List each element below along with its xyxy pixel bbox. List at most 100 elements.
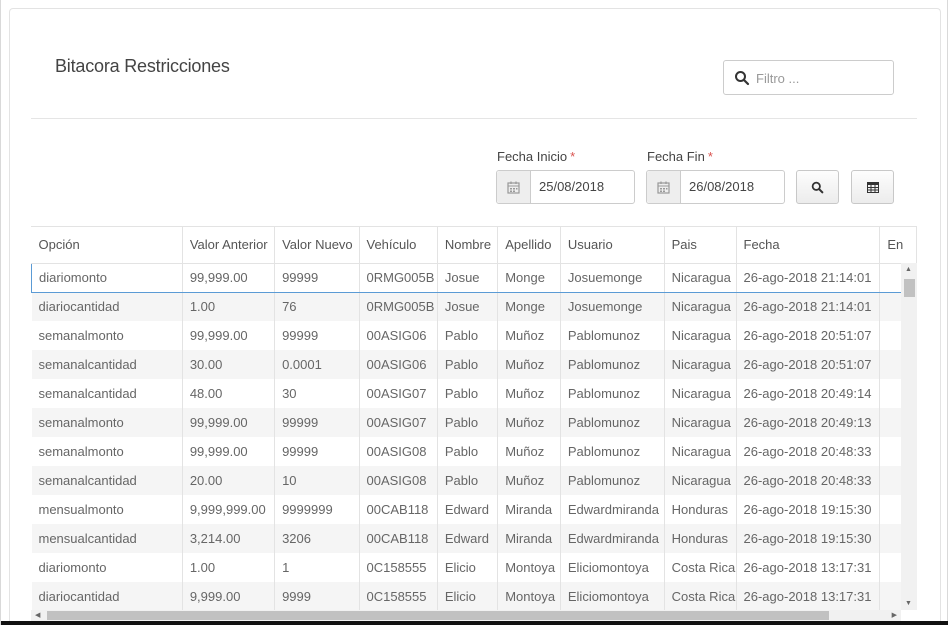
date-cell: 26-ago-2018 20:51:07 xyxy=(736,350,881,379)
scroll-right-icon[interactable]: ▶ xyxy=(892,611,897,619)
option-cell: mensualmonto xyxy=(31,495,183,524)
new-value-cell: 99999 xyxy=(274,321,360,350)
user-cell: Pablomunoz xyxy=(560,379,665,408)
column-header-user-header[interactable]: Usuario xyxy=(560,227,665,264)
previous-value-cell: 30.00 xyxy=(182,350,276,379)
vertical-scrollbar[interactable]: ▲ ▼ xyxy=(901,263,917,610)
table-row[interactable]: mensualcantidad 3,214.00 3206 00CAB118 Edwar… xyxy=(31,524,917,553)
filter-box[interactable] xyxy=(723,60,894,95)
column-header-extra-header[interactable]: En xyxy=(879,227,917,264)
date-cell: 26-ago-2018 13:17:31 xyxy=(736,582,881,610)
country-cell: Nicaragua xyxy=(664,437,737,466)
option-cell: diariomonto xyxy=(31,262,183,293)
table-row[interactable]: semanalcantidad 20.00 10 00ASIG08 Pablo Muñoz… xyxy=(31,466,917,495)
date-cell: 26-ago-2018 13:17:31 xyxy=(736,553,881,582)
scroll-left-icon[interactable]: ◀ xyxy=(35,611,40,619)
option-cell: diariocantidad xyxy=(31,582,183,610)
date-cell: 26-ago-2018 21:14:01 xyxy=(736,262,881,293)
filter-input[interactable] xyxy=(756,67,888,89)
start-date-value[interactable]: 25/08/2018 xyxy=(531,171,604,203)
window-bottom-edge xyxy=(1,621,948,625)
calendar-icon[interactable] xyxy=(497,171,531,203)
last-name-cell: Muñoz xyxy=(497,466,561,495)
table-row[interactable]: semanalmonto 99,999.00 99999 00ASIG08 Pablo M… xyxy=(31,437,917,466)
table-row-selected[interactable]: diariomonto 99,999.00 99999 0RMG005B Josue Mo… xyxy=(31,262,917,293)
previous-value-cell: 99,999.00 xyxy=(182,321,276,350)
new-value-cell: 99999 xyxy=(274,437,360,466)
user-cell: Edwardmiranda xyxy=(560,495,665,524)
required-mark: * xyxy=(570,149,576,164)
first-name-cell: Pablo xyxy=(437,321,499,350)
data-table-container[interactable]: Opción Valor Anterior Valor Nuevo Vehículo N… xyxy=(31,226,917,610)
column-header-new-value-header[interactable]: Valor Nuevo xyxy=(274,227,360,264)
option-cell: diariocantidad xyxy=(31,292,183,321)
user-cell: Pablomunoz xyxy=(560,350,665,379)
scroll-down-icon[interactable]: ▼ xyxy=(905,600,912,607)
column-header-date-header[interactable]: Fecha xyxy=(736,227,881,264)
table-row[interactable]: mensualmonto 9,999,999.00 9999999 00CAB118 E… xyxy=(31,495,917,524)
country-cell: Nicaragua xyxy=(664,262,737,293)
last-name-cell: Montoya xyxy=(497,553,561,582)
option-cell: semanalmonto xyxy=(31,408,183,437)
vertical-scroll-thumb[interactable] xyxy=(904,279,915,297)
header-divider xyxy=(31,118,917,119)
date-cell: 26-ago-2018 20:49:13 xyxy=(736,408,881,437)
end-date-label: Fecha Fin * xyxy=(647,149,713,164)
table-row[interactable]: semanalcantidad 48.00 30 00ASIG07 Pablo Muñoz… xyxy=(31,379,917,408)
option-cell: semanalcantidad xyxy=(31,379,183,408)
option-cell: semanalmonto xyxy=(31,437,183,466)
previous-value-cell: 20.00 xyxy=(182,466,276,495)
table-row[interactable]: semanalmonto 99,999.00 99999 00ASIG06 Pablo M… xyxy=(31,321,917,350)
previous-value-cell: 9,999,999.00 xyxy=(182,495,276,524)
first-name-cell: Josue xyxy=(437,292,499,321)
horizontal-scroll-thumb[interactable] xyxy=(47,611,829,620)
new-value-cell: 9999 xyxy=(274,582,360,610)
calendar-icon[interactable] xyxy=(647,171,681,203)
first-name-cell: Pablo xyxy=(437,379,499,408)
table-row[interactable]: diariocantidad 1.00 76 0RMG005B Josue Monge Jo… xyxy=(31,292,917,321)
vehicle-cell: 00ASIG06 xyxy=(359,321,438,350)
user-cell: Pablomunoz xyxy=(560,321,665,350)
date-cell: 26-ago-2018 20:51:07 xyxy=(736,321,881,350)
search-button[interactable] xyxy=(796,170,839,204)
end-date-field[interactable]: 26/08/2018 xyxy=(646,170,785,204)
column-header-first-name-header[interactable]: Nombre xyxy=(437,227,499,264)
new-value-cell: 99999 xyxy=(274,262,360,293)
country-cell: Nicaragua xyxy=(664,321,737,350)
new-value-cell: 1 xyxy=(274,553,360,582)
previous-value-cell: 99,999.00 xyxy=(182,408,276,437)
table-row[interactable]: semanalcantidad 30.00 0.0001 00ASIG06 Pablo M… xyxy=(31,350,917,379)
app-frame: Bitacora Restricciones Fecha Inicio* 25/… xyxy=(0,0,948,625)
table-view-button[interactable] xyxy=(851,170,894,204)
vehicle-cell: 0C158555 xyxy=(359,553,438,582)
first-name-cell: Elicio xyxy=(437,553,499,582)
column-header-last-name-header[interactable]: Apellido xyxy=(497,227,561,264)
previous-value-cell: 48.00 xyxy=(182,379,276,408)
vehicle-cell: 00ASIG08 xyxy=(359,466,438,495)
table-row[interactable]: diariomonto 1.00 1 0C158555 Elicio Montoya Eli… xyxy=(31,553,917,582)
start-date-label: Fecha Inicio * xyxy=(497,149,576,164)
table-row[interactable]: diariocantidad 9,999.00 9999 0C158555 Elicio… xyxy=(31,582,917,610)
previous-value-cell: 3,214.00 xyxy=(182,524,276,553)
start-date-field[interactable]: 25/08/2018 xyxy=(496,170,635,204)
previous-value-cell: 1.00 xyxy=(182,553,276,582)
vehicle-cell: 0RMG005B xyxy=(359,262,438,293)
column-header-option-header[interactable]: Opción xyxy=(31,227,183,264)
scroll-up-icon[interactable]: ▲ xyxy=(905,266,912,273)
last-name-cell: Muñoz xyxy=(497,321,561,350)
last-name-cell: Monge xyxy=(497,262,561,293)
country-cell: Nicaragua xyxy=(664,408,737,437)
vehicle-cell: 00ASIG06 xyxy=(359,350,438,379)
new-value-cell: 76 xyxy=(274,292,360,321)
data-table: Opción Valor Anterior Valor Nuevo Vehículo N… xyxy=(31,227,917,610)
option-cell: semanalmonto xyxy=(31,321,183,350)
date-cell: 26-ago-2018 19:15:30 xyxy=(736,524,881,553)
table-row[interactable]: semanalmonto 99,999.00 99999 00ASIG07 Pablo M… xyxy=(31,408,917,437)
column-header-country-header[interactable]: Pais xyxy=(664,227,737,264)
vehicle-cell: 00CAB118 xyxy=(359,524,438,553)
first-name-cell: Pablo xyxy=(437,437,499,466)
date-cell: 26-ago-2018 19:15:30 xyxy=(736,495,881,524)
column-header-vehicle-header[interactable]: Vehículo xyxy=(359,227,438,264)
column-header-previous-value-header[interactable]: Valor Anterior xyxy=(182,227,276,264)
end-date-value[interactable]: 26/08/2018 xyxy=(681,171,754,203)
